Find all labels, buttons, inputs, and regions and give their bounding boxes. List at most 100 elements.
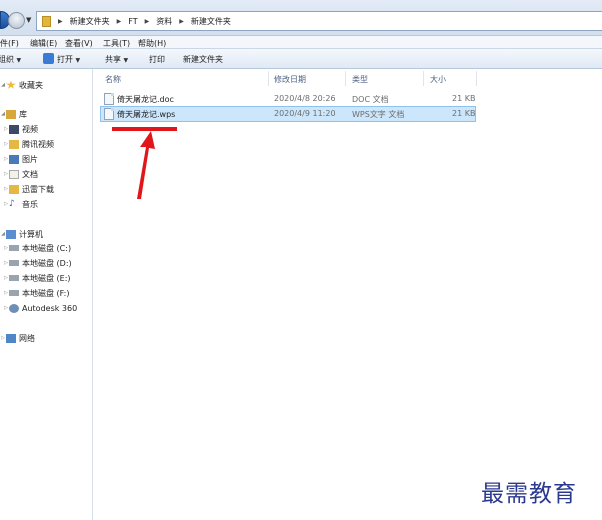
nav-item-label: 本地磁盘 (C:) xyxy=(22,243,72,253)
address-row: ▼ ▶ 新建文件夹 ▶ FT ▶ 资料 ▶ 新建文件夹 xyxy=(0,0,602,36)
star-icon xyxy=(6,80,16,89)
share-label: 共享 xyxy=(105,55,121,64)
address-bar[interactable]: ▶ 新建文件夹 ▶ FT ▶ 资料 ▶ 新建文件夹 xyxy=(36,11,602,31)
breadcrumb-item[interactable]: 新建文件夹 xyxy=(191,16,231,27)
file-row-selected[interactable]: 倚天屠龙记.wps 2020/4/9 11:20 WPS文字 文档 21 KB xyxy=(100,106,476,122)
menu-help[interactable]: 帮助(H) xyxy=(138,38,166,49)
explorer-window: ▼ ▶ 新建文件夹 ▶ FT ▶ 资料 ▶ 新建文件夹 件(F) 编辑(E) 查… xyxy=(0,0,602,520)
nav-drive-c[interactable]: ▷ 本地磁盘 (C:) xyxy=(3,242,71,254)
folder-icon xyxy=(42,15,51,27)
breadcrumb-item[interactable]: 资料 xyxy=(156,16,172,27)
nav-item-label: 音乐 xyxy=(22,199,38,209)
menu-tools[interactable]: 工具(T) xyxy=(103,38,130,49)
nav-drive-e[interactable]: ▷ 本地磁盘 (E:) xyxy=(3,272,71,284)
nav-drive-f[interactable]: ▷ 本地磁盘 (F:) xyxy=(3,287,69,299)
open-button[interactable]: 打开 ▼ xyxy=(57,54,80,65)
history-dropdown-icon[interactable]: ▼ xyxy=(26,16,31,24)
print-button[interactable]: 打印 xyxy=(149,54,165,65)
nav-favorites[interactable]: ◢ 收藏夹 xyxy=(0,79,43,91)
nav-item-xunlei-downloads[interactable]: ▷ 迅雷下载 xyxy=(3,183,54,195)
nav-item-tencent-video[interactable]: ▷ 腾讯视频 xyxy=(3,138,54,150)
menu-edit[interactable]: 编辑(E) xyxy=(30,38,57,49)
music-icon: ♪ xyxy=(9,198,15,209)
file-list: 名称 修改日期 类型 大小 倚天屠龙记.doc 2020/4/8 20:26 D… xyxy=(94,69,602,520)
chevron-down-icon: ▼ xyxy=(16,57,22,64)
nav-computer-label: 计算机 xyxy=(19,229,43,239)
nav-item-label: 文档 xyxy=(22,169,38,179)
folder-icon xyxy=(9,139,19,149)
file-type: DOC 文档 xyxy=(352,95,389,104)
organize-button[interactable]: 组织 ▼ xyxy=(0,54,21,65)
library-icon xyxy=(6,109,16,119)
new-folder-button[interactable]: 新建文件夹 xyxy=(183,54,223,65)
nav-item-label: 腾讯视频 xyxy=(22,139,54,149)
drive-icon xyxy=(9,260,19,266)
column-header-modified[interactable]: 修改日期 xyxy=(274,74,306,85)
file-size: 21 KB xyxy=(452,94,476,103)
nav-favorites-label: 收藏夹 xyxy=(19,80,43,90)
nav-item-label: 视频 xyxy=(22,124,38,134)
open-label: 打开 xyxy=(57,55,73,64)
annotation-arrow-icon xyxy=(137,131,155,199)
file-type: WPS文字 文档 xyxy=(352,110,405,119)
menu-bar: 件(F) 编辑(E) 查看(V) 工具(T) 帮助(H) xyxy=(0,36,602,49)
breadcrumb-item[interactable]: FT xyxy=(128,17,137,26)
chevron-down-icon: ▼ xyxy=(75,57,81,64)
chevron-right-icon[interactable]: ▶ xyxy=(58,18,63,25)
file-size: 21 KB xyxy=(452,109,476,118)
column-header-size[interactable]: 大小 xyxy=(430,74,446,85)
menu-file[interactable]: 件(F) xyxy=(0,38,19,49)
chevron-right-icon[interactable]: ▶ xyxy=(117,18,122,25)
video-icon xyxy=(9,124,19,134)
column-divider[interactable] xyxy=(476,71,477,86)
share-button[interactable]: 共享 ▼ xyxy=(105,54,128,65)
column-divider[interactable] xyxy=(423,71,424,86)
document-icon xyxy=(9,169,19,179)
nav-item-pictures[interactable]: ▷ 图片 xyxy=(3,153,38,165)
navigation-pane: ◢ 收藏夹 ◢ 库 ▷ 视频 ▷ 腾讯视频 ▷ 图片 ▷ 文档 ▷ 迅雷下载 ▷… xyxy=(0,69,93,520)
nav-drive-d[interactable]: ▷ 本地磁盘 (D:) xyxy=(3,257,72,269)
nav-item-videos[interactable]: ▷ 视频 xyxy=(3,123,38,135)
folder-icon xyxy=(9,184,19,194)
drive-icon xyxy=(9,275,19,281)
watermark-logo: 最需教育 xyxy=(481,481,577,507)
drive-icon xyxy=(9,245,19,251)
command-bar: 组织 ▼ 打开 ▼ 共享 ▼ 打印 新建文件夹 xyxy=(0,49,602,69)
chevron-right-icon[interactable]: ▶ xyxy=(179,18,184,25)
nav-library-label: 库 xyxy=(19,109,27,119)
nav-item-label: 本地磁盘 (F:) xyxy=(22,288,70,298)
drive-icon xyxy=(9,290,19,296)
nav-network[interactable]: ▷ 网络 xyxy=(0,332,35,344)
file-name[interactable]: 倚天屠龙记.doc xyxy=(117,94,174,105)
column-header-name[interactable]: 名称 xyxy=(105,74,121,85)
nav-network-label: 网络 xyxy=(19,333,35,343)
forward-button[interactable] xyxy=(8,12,25,29)
column-header-type[interactable]: 类型 xyxy=(352,74,368,85)
nav-item-label: 迅雷下载 xyxy=(22,184,54,194)
nav-item-music[interactable]: ▷ ♪ 音乐 xyxy=(3,198,38,210)
chevron-right-icon[interactable]: ▶ xyxy=(145,18,150,25)
cloud-drive-icon xyxy=(9,303,19,313)
nav-item-label: 本地磁盘 (E:) xyxy=(22,273,71,283)
doc-file-icon xyxy=(104,93,114,105)
computer-icon xyxy=(6,229,16,239)
breadcrumb-item[interactable]: 新建文件夹 xyxy=(70,16,110,27)
nav-computer[interactable]: ◢ 计算机 xyxy=(0,228,43,240)
menu-view[interactable]: 查看(V) xyxy=(65,38,93,49)
column-divider[interactable] xyxy=(268,71,269,86)
expand-arrow-icon[interactable]: ◢ xyxy=(0,82,6,88)
organize-label: 组织 xyxy=(0,55,14,64)
file-row[interactable]: 倚天屠龙记.doc 2020/4/8 20:26 DOC 文档 21 KB xyxy=(100,91,476,107)
nav-item-documents[interactable]: ▷ 文档 xyxy=(3,168,38,180)
chevron-down-icon: ▼ xyxy=(123,57,129,64)
wps-file-icon xyxy=(104,108,114,120)
file-modified: 2020/4/8 20:26 xyxy=(274,94,336,103)
column-divider[interactable] xyxy=(345,71,346,86)
nav-library[interactable]: ◢ 库 xyxy=(0,108,27,120)
picture-icon xyxy=(9,154,19,164)
file-name[interactable]: 倚天屠龙记.wps xyxy=(117,109,175,120)
open-icon xyxy=(43,53,54,64)
nav-item-label: 本地磁盘 (D:) xyxy=(22,258,72,268)
nav-item-label: 图片 xyxy=(22,154,38,164)
nav-autodesk-360[interactable]: ▷ Autodesk 360 xyxy=(3,302,77,314)
